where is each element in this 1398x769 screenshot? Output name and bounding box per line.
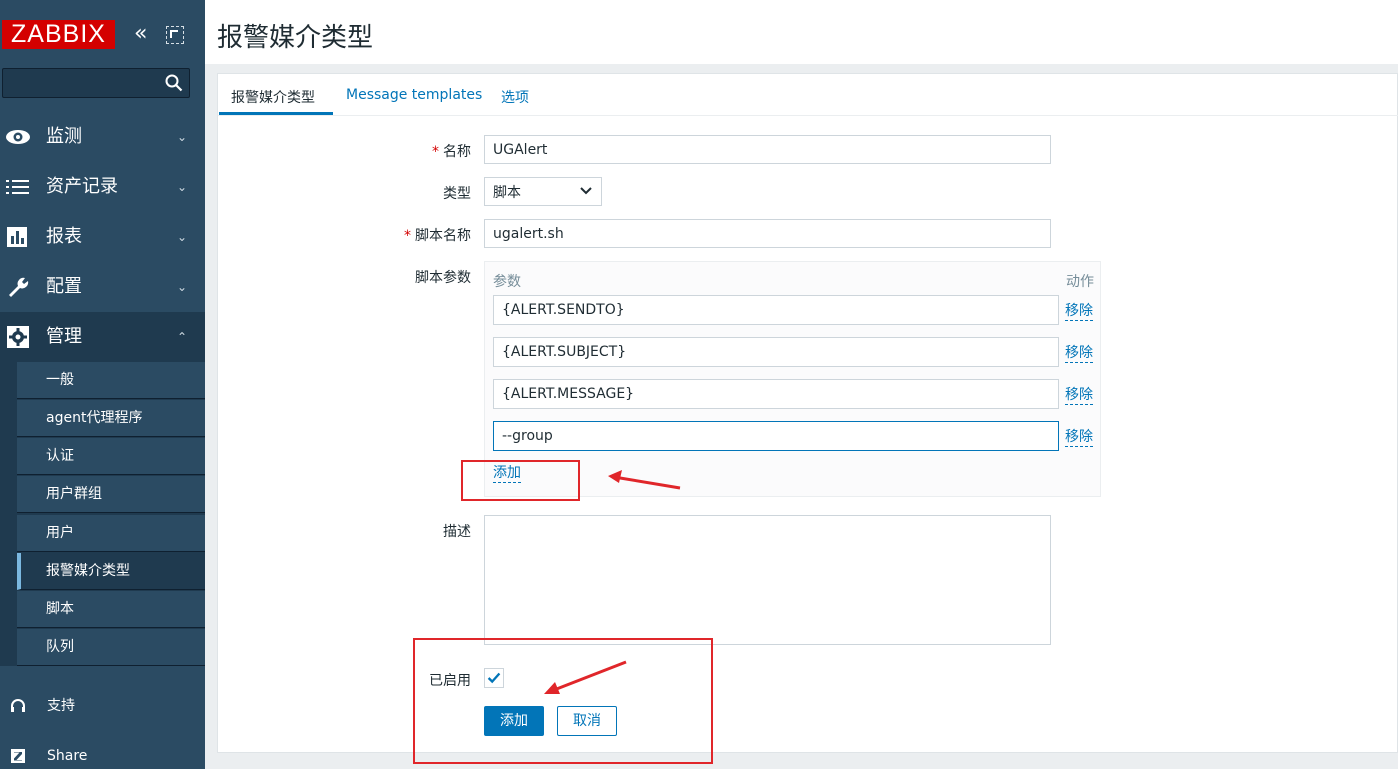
page-header: 报警媒介类型 (205, 0, 1398, 64)
param-input[interactable]: --group (493, 421, 1059, 451)
nav-label: 支持 (47, 698, 75, 714)
submenu-item-general[interactable]: 一般 (17, 362, 205, 399)
script-params-label: 脚本参数 (415, 270, 471, 286)
search-icon[interactable] (165, 74, 183, 92)
remove-param-link[interactable]: 移除 (1065, 345, 1093, 363)
nav-label: 监测 (46, 126, 82, 147)
kiosk-mode-icon[interactable] (166, 26, 184, 44)
submenu-item-queue[interactable]: 队列 (17, 629, 205, 666)
wrench-icon (9, 277, 29, 297)
nav-label: 管理 (46, 326, 82, 347)
chevron-down-icon (580, 187, 592, 195)
param-input[interactable]: {ALERT.MESSAGE} (493, 379, 1059, 409)
param-column-header: 参数 (493, 274, 521, 290)
chevron-down-icon: ⌄ (177, 130, 188, 144)
annotation-arrow-icon (608, 470, 681, 490)
bar-chart-icon (7, 227, 27, 247)
submenu-label: agent代理程序 (46, 410, 143, 426)
chevron-up-icon: ⌃ (177, 330, 188, 344)
administration-submenu: 一般 agent代理程序 认证 用户群组 用户 报警媒介类型 脚本 队列 (0, 362, 205, 666)
name-label: * 名称 (432, 144, 471, 160)
submenu-label: 用户 (46, 525, 74, 541)
submenu-item-authentication[interactable]: 认证 (17, 438, 205, 475)
nav-label: 报表 (46, 226, 82, 247)
nav-item-share[interactable]: Share (0, 736, 205, 769)
zabbix-share-icon (11, 749, 25, 763)
name-field[interactable]: UGAlert (484, 135, 1051, 164)
submenu-item-scripts[interactable]: 脚本 (17, 591, 205, 628)
param-input[interactable]: {ALERT.SENDTO} (493, 295, 1059, 325)
tab-message-templates[interactable]: Message templates (346, 87, 482, 103)
submenu-label: 队列 (46, 639, 74, 655)
zabbix-logo[interactable]: ZABBIX (2, 20, 115, 49)
nav-label: Share (47, 748, 88, 764)
nav-item-reports[interactable]: 报表 ⌄ (0, 212, 205, 262)
param-input[interactable]: {ALERT.SUBJECT} (493, 337, 1059, 367)
remove-param-link[interactable]: 移除 (1065, 429, 1093, 447)
required-marker: * (432, 144, 439, 160)
submenu-label: 认证 (46, 448, 74, 464)
logo-row: ZABBIX « (0, 0, 205, 68)
nav-label: 资产记录 (46, 176, 118, 197)
tab-bar: 报警媒介类型 Message templates 选项 (218, 74, 1398, 116)
submenu-label: 用户群组 (46, 486, 102, 502)
list-icon (6, 180, 29, 194)
nav-item-support[interactable]: 支持 (0, 686, 205, 726)
submenu-item-proxies[interactable]: agent代理程序 (17, 400, 205, 437)
script-name-field[interactable]: ugalert.sh (484, 219, 1051, 248)
page-title: 报警媒介类型 (217, 23, 374, 53)
headset-icon (11, 699, 25, 712)
annotation-box (461, 460, 580, 501)
type-select-value: 脚本 (493, 184, 521, 201)
submenu-item-users[interactable]: 用户 (17, 515, 205, 552)
type-select[interactable]: 脚本 (484, 177, 602, 206)
submenu-item-media-types[interactable]: 报警媒介类型 (17, 553, 205, 590)
active-tab-indicator (219, 112, 333, 115)
nav-item-administration[interactable]: 管理 ⌃ (0, 312, 205, 362)
annotation-arrow-icon (544, 660, 627, 694)
remove-param-link[interactable]: 移除 (1065, 303, 1093, 321)
nav-item-inventory[interactable]: 资产记录 ⌄ (0, 162, 205, 212)
nav-label: 配置 (46, 276, 82, 297)
submenu-label: 报警媒介类型 (46, 563, 130, 579)
submenu-label: 一般 (46, 372, 74, 388)
chevron-down-icon: ⌄ (177, 230, 188, 244)
submenu-item-user-groups[interactable]: 用户群组 (17, 476, 205, 513)
action-column-header: 动作 (1066, 274, 1094, 290)
tab-options[interactable]: 选项 (501, 87, 529, 107)
remove-param-link[interactable]: 移除 (1065, 387, 1093, 405)
submenu-label: 脚本 (46, 601, 74, 617)
chevron-down-icon: ⌄ (177, 180, 188, 194)
type-label: 类型 (443, 186, 471, 202)
required-marker: * (404, 228, 411, 244)
description-textarea[interactable] (484, 515, 1051, 645)
search-input[interactable] (2, 68, 190, 98)
nav-item-monitoring[interactable]: 监测 ⌄ (0, 112, 205, 162)
tab-media-type[interactable]: 报警媒介类型 (231, 87, 315, 107)
gear-icon (7, 326, 29, 348)
chevron-down-icon: ⌄ (177, 280, 188, 294)
description-label: 描述 (443, 524, 471, 540)
nav-item-configuration[interactable]: 配置 ⌄ (0, 262, 205, 312)
script-name-label: * 脚本名称 (404, 228, 471, 244)
eye-icon (6, 130, 30, 144)
form-container: 报警媒介类型 Message templates 选项 * 名称 UGAlert … (217, 73, 1398, 753)
sidebar: ZABBIX « 监测 ⌄ 资产记录 ⌄ 报表 ⌄ 配置 ⌄ 管理 ⌃ 一般 a… (0, 0, 205, 769)
collapse-sidebar-icon[interactable]: « (134, 22, 156, 46)
